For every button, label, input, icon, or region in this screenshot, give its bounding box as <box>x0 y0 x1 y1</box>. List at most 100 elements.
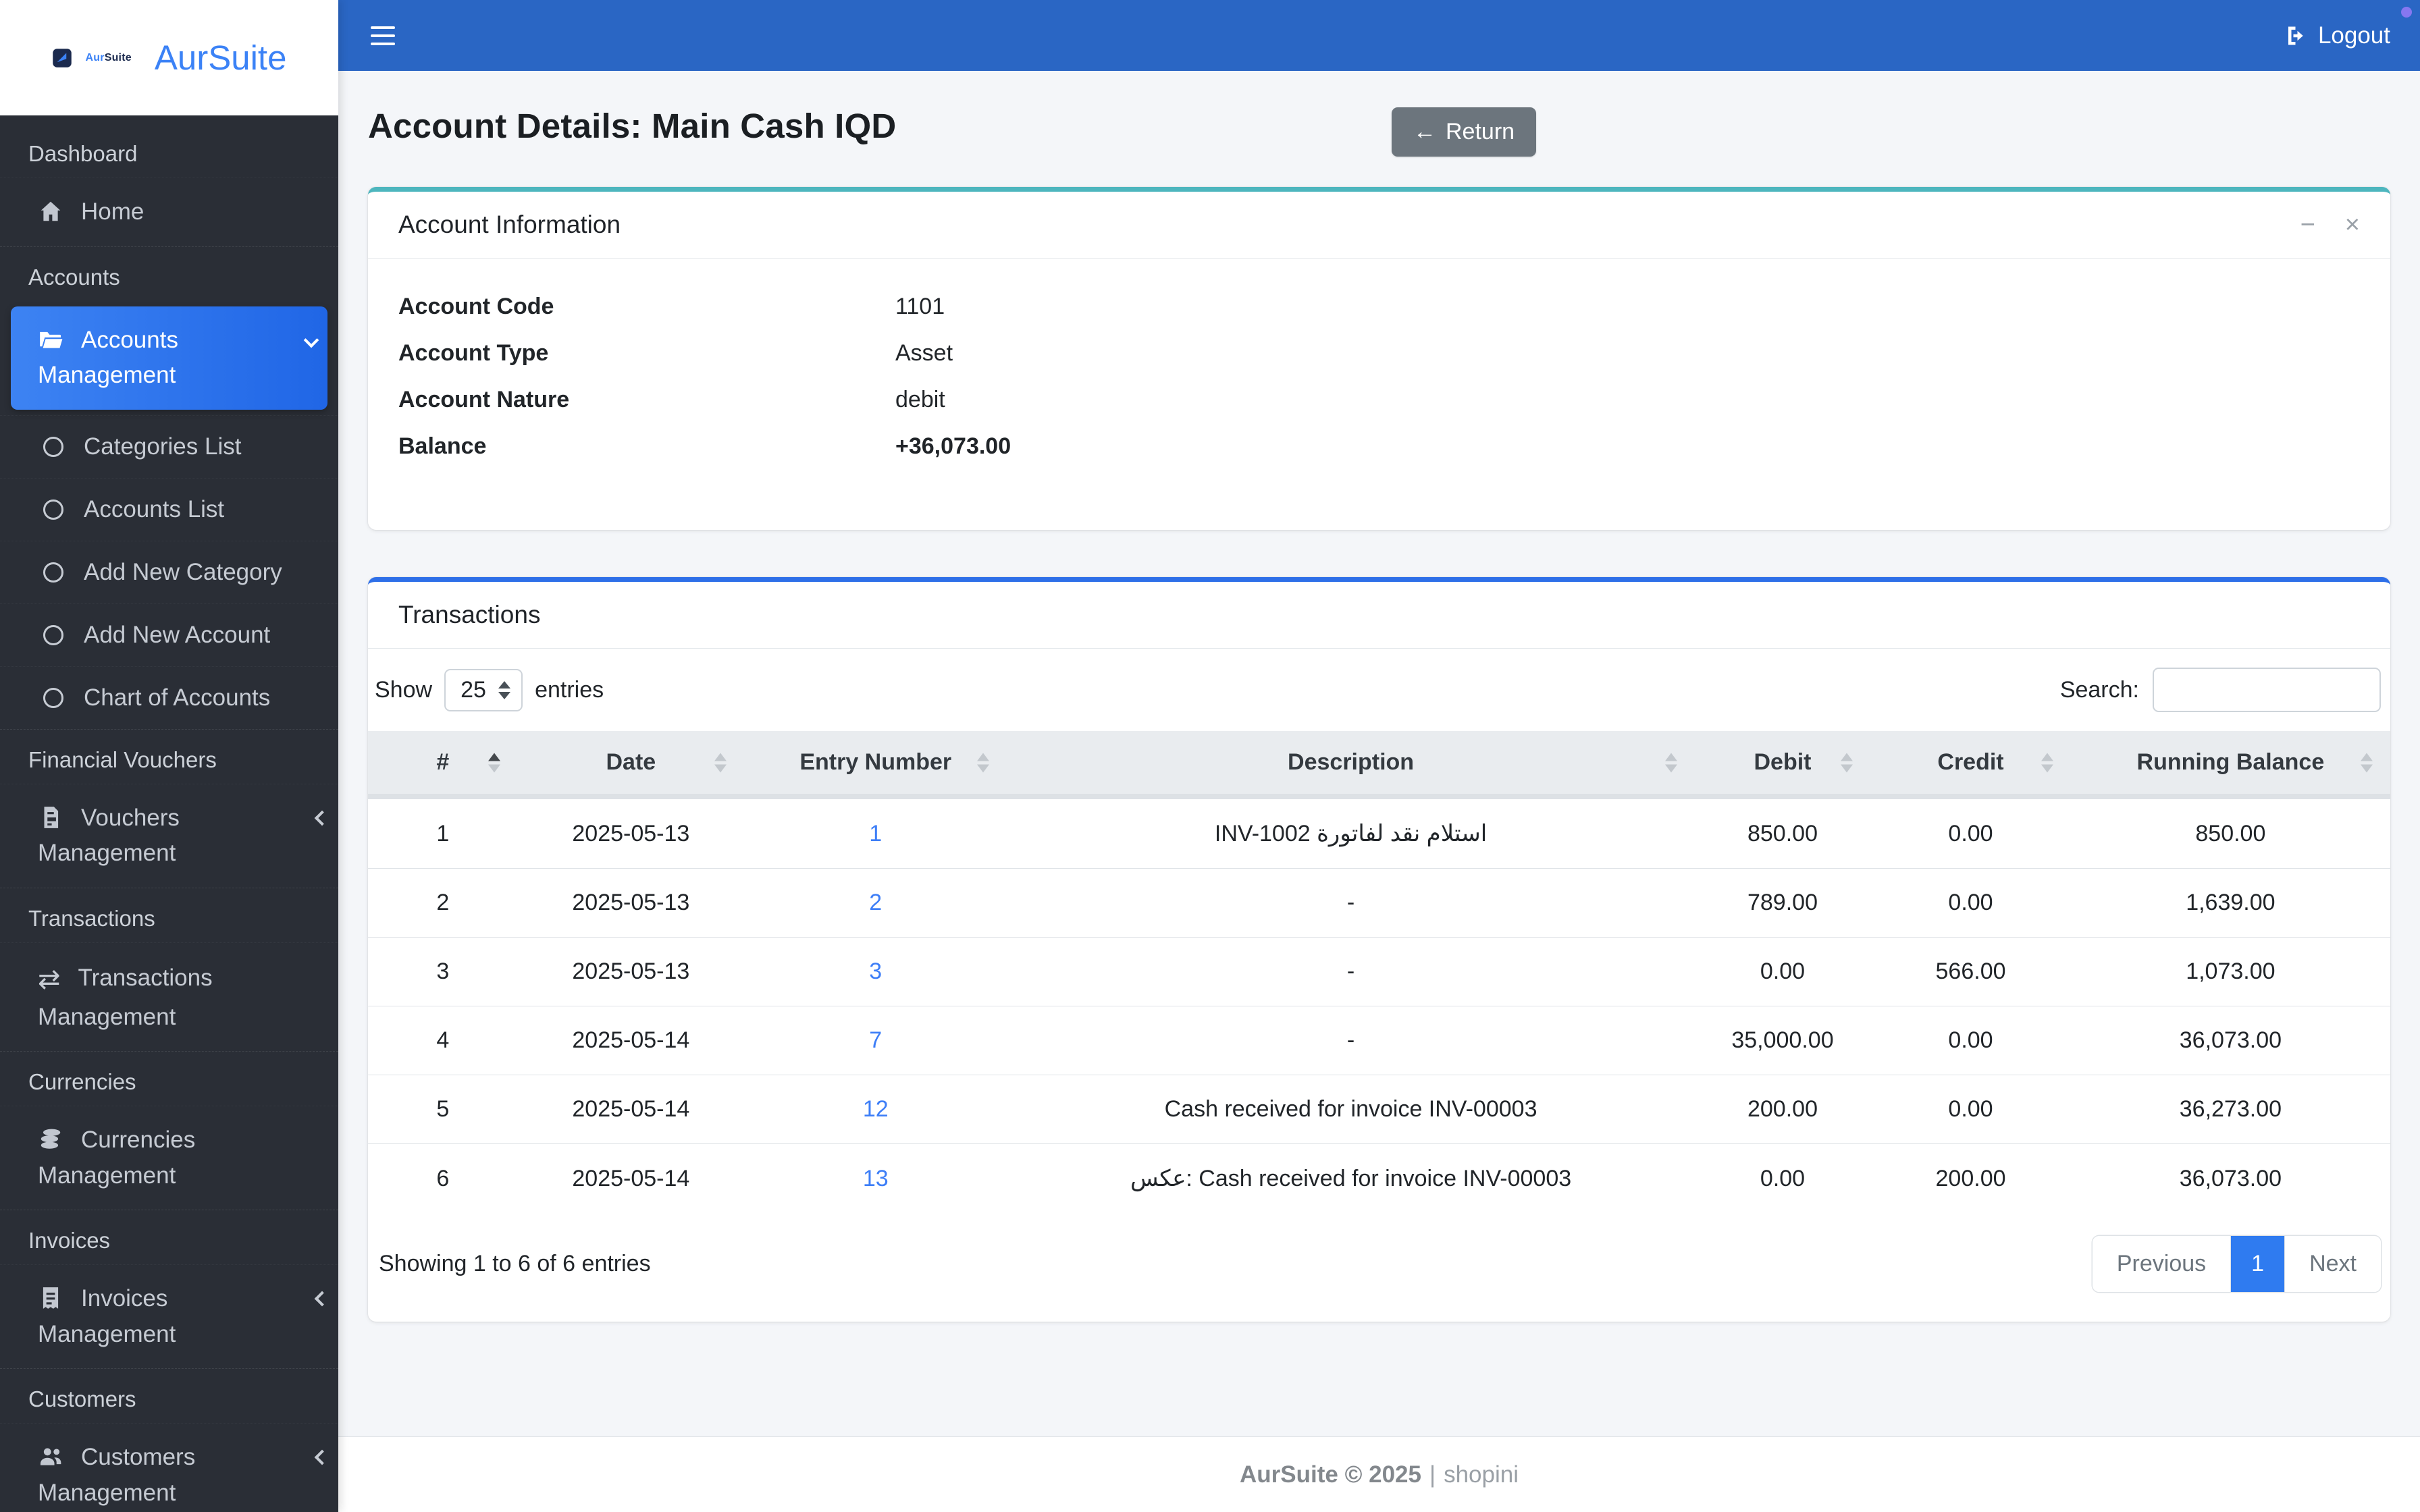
nav-header-financial-vouchers: Financial Vouchers <box>0 728 338 784</box>
column-header-credit[interactable]: Credit <box>1870 731 2071 799</box>
next-page-button[interactable]: Next <box>2285 1236 2381 1292</box>
transactions-card: Transactions Show 25 entries Search: # D… <box>368 577 2390 1322</box>
page-length-control: Show 25 entries <box>375 668 604 711</box>
table-row: 2 2025-05-13 2 - 789.00 0.00 1,639.00 <box>368 868 2390 938</box>
sort-icon <box>2361 753 2373 772</box>
chevron-left-icon <box>314 1291 330 1307</box>
account-nature-value: debit <box>895 387 945 412</box>
account-type-value: Asset <box>895 340 953 366</box>
column-header-num[interactable]: # <box>368 731 518 799</box>
table-header-row: # Date Entry Number Description Debit Cr… <box>368 731 2390 799</box>
column-header-description[interactable]: Description <box>1007 731 1695 799</box>
coins-icon <box>38 1127 63 1152</box>
account-info-card-title: Account Information <box>398 211 621 238</box>
sort-icon <box>1664 753 1677 772</box>
circle-icon <box>43 687 63 708</box>
sidebar-item-categories-list[interactable]: Categories List <box>0 414 338 478</box>
circle-icon <box>43 436 63 457</box>
select-arrows-icon <box>498 680 510 699</box>
datatable-controls: Show 25 entries Search: <box>368 664 2390 731</box>
previous-page-button[interactable]: Previous <box>2092 1236 2232 1292</box>
table-row: 1 2025-05-13 1 استلام نقد لفاتورة INV-10… <box>368 796 2390 869</box>
entry-number-link[interactable]: 7 <box>869 1027 882 1053</box>
sidebar-item-currencies-management[interactable]: Currencies Management <box>0 1106 338 1210</box>
page-size-select[interactable]: 25 <box>444 668 523 711</box>
transactions-card-header: Transactions <box>368 582 2390 649</box>
nav-header-invoices: Invoices <box>0 1210 338 1264</box>
entry-number-link[interactable]: 3 <box>869 959 882 984</box>
column-header-running-balance[interactable]: Running Balance <box>2070 731 2390 799</box>
description-cell: - <box>1007 1006 1695 1075</box>
pagination: Previous 1 Next <box>2092 1236 2381 1292</box>
column-header-debit[interactable]: Debit <box>1694 731 1871 799</box>
footer-divider: | <box>1429 1461 1436 1488</box>
transactions-body: Show 25 entries Search: # Date Entry Num… <box>368 649 2390 1322</box>
brand-logo-icon <box>52 48 72 68</box>
account-info-body: Account Code 1101 Account Type Asset Acc… <box>368 259 2390 530</box>
info-row: Account Nature debit <box>398 387 2360 413</box>
description-cell: - <box>1007 937 1695 1006</box>
search-label: Search: <box>2059 676 2139 703</box>
table-row: 3 2025-05-13 3 - 0.00 566.00 1,073.00 <box>368 937 2390 1006</box>
page-footer: AurSuite © 2025 | shopini <box>338 1436 2420 1512</box>
return-button[interactable]: ← Return <box>1392 107 1537 157</box>
page-head: Account Details: Main Cash IQD ← Return <box>368 106 2390 160</box>
brand-logo-text: AurSuite <box>85 51 132 63</box>
table-row: 4 2025-05-14 7 - 35,000.00 0.00 36,073.0… <box>368 1006 2390 1075</box>
table-row: 6 2025-05-14 13 عكس: Cash received for i… <box>368 1143 2390 1213</box>
top-navbar: Logout <box>338 0 2420 71</box>
nav-header-currencies: Currencies <box>0 1051 338 1106</box>
entry-number-link[interactable]: 13 <box>863 1166 889 1191</box>
nav-header-accounts: Accounts <box>0 246 338 301</box>
sidebar-item-transactions-management[interactable]: ⇄ Transactions Management <box>0 942 338 1052</box>
current-page-button[interactable]: 1 <box>2231 1236 2286 1292</box>
brand-title: AurSuite <box>154 38 287 77</box>
menu-toggle-icon[interactable] <box>368 22 398 49</box>
sidebar-nav: Dashboard Home Accounts Accounts Managem… <box>0 115 338 1512</box>
sidebar-item-home[interactable]: Home <box>0 178 338 246</box>
column-header-entry-number[interactable]: Entry Number <box>744 731 1007 799</box>
brand[interactable]: AurSuite AurSuite <box>0 0 338 115</box>
column-header-date[interactable]: Date <box>517 731 745 799</box>
circle-icon <box>43 499 63 520</box>
browser-extension-dot <box>2401 7 2412 18</box>
account-info-card: Account Information − × Account Code 110… <box>368 187 2390 530</box>
chevron-left-icon <box>314 1449 330 1465</box>
transactions-card-title: Transactions <box>398 601 541 628</box>
sidebar-item-add-new-account[interactable]: Add New Account <box>0 603 338 666</box>
folder-open-icon <box>38 327 63 352</box>
sort-icon <box>977 753 990 772</box>
chevron-down-icon <box>303 332 319 348</box>
info-row: Balance +36,073.00 <box>398 433 2360 460</box>
sidebar-item-add-new-category[interactable]: Add New Category <box>0 540 338 603</box>
file-invoice-icon <box>38 805 63 830</box>
description-cell: Cash received for invoice INV-00003 <box>1007 1075 1695 1144</box>
account-info-card-header: Account Information − × <box>368 192 2390 259</box>
sort-icon <box>714 753 727 772</box>
balance-value: +36,073.00 <box>895 433 1011 459</box>
entry-number-link[interactable]: 1 <box>869 821 882 846</box>
sidebar-item-accounts-management[interactable]: Accounts Management <box>11 306 327 410</box>
receipt-icon <box>38 1285 63 1311</box>
card-tools: − × <box>2300 212 2360 238</box>
search-input[interactable] <box>2153 668 2381 712</box>
footer-vendor: shopini <box>1444 1461 1519 1488</box>
sidebar-item-customers-management[interactable]: Customers Management <box>0 1423 338 1512</box>
users-icon <box>38 1444 63 1469</box>
logout-button[interactable]: Logout <box>2284 22 2390 49</box>
sort-icon <box>488 753 500 772</box>
sidebar-item-accounts-list[interactable]: Accounts List <box>0 477 338 541</box>
chevron-left-icon <box>314 810 330 826</box>
table-info-text: Showing 1 to 6 of 6 entries <box>379 1251 651 1276</box>
content-area: Account Details: Main Cash IQD ← Return A… <box>338 71 2420 1436</box>
sidebar-item-chart-of-accounts[interactable]: Chart of Accounts <box>0 666 338 729</box>
collapse-icon[interactable]: − <box>2300 212 2315 238</box>
table-search: Search: <box>2060 668 2381 712</box>
close-icon[interactable]: × <box>2345 212 2360 238</box>
transactions-table: # Date Entry Number Description Debit Cr… <box>368 731 2390 1213</box>
entry-number-link[interactable]: 12 <box>863 1096 889 1122</box>
sidebar-item-invoices-management[interactable]: Invoices Management <box>0 1264 338 1368</box>
sidebar-item-vouchers-management[interactable]: Vouchers Management <box>0 783 338 888</box>
sort-icon <box>1841 753 1853 772</box>
entry-number-link[interactable]: 2 <box>869 890 882 915</box>
